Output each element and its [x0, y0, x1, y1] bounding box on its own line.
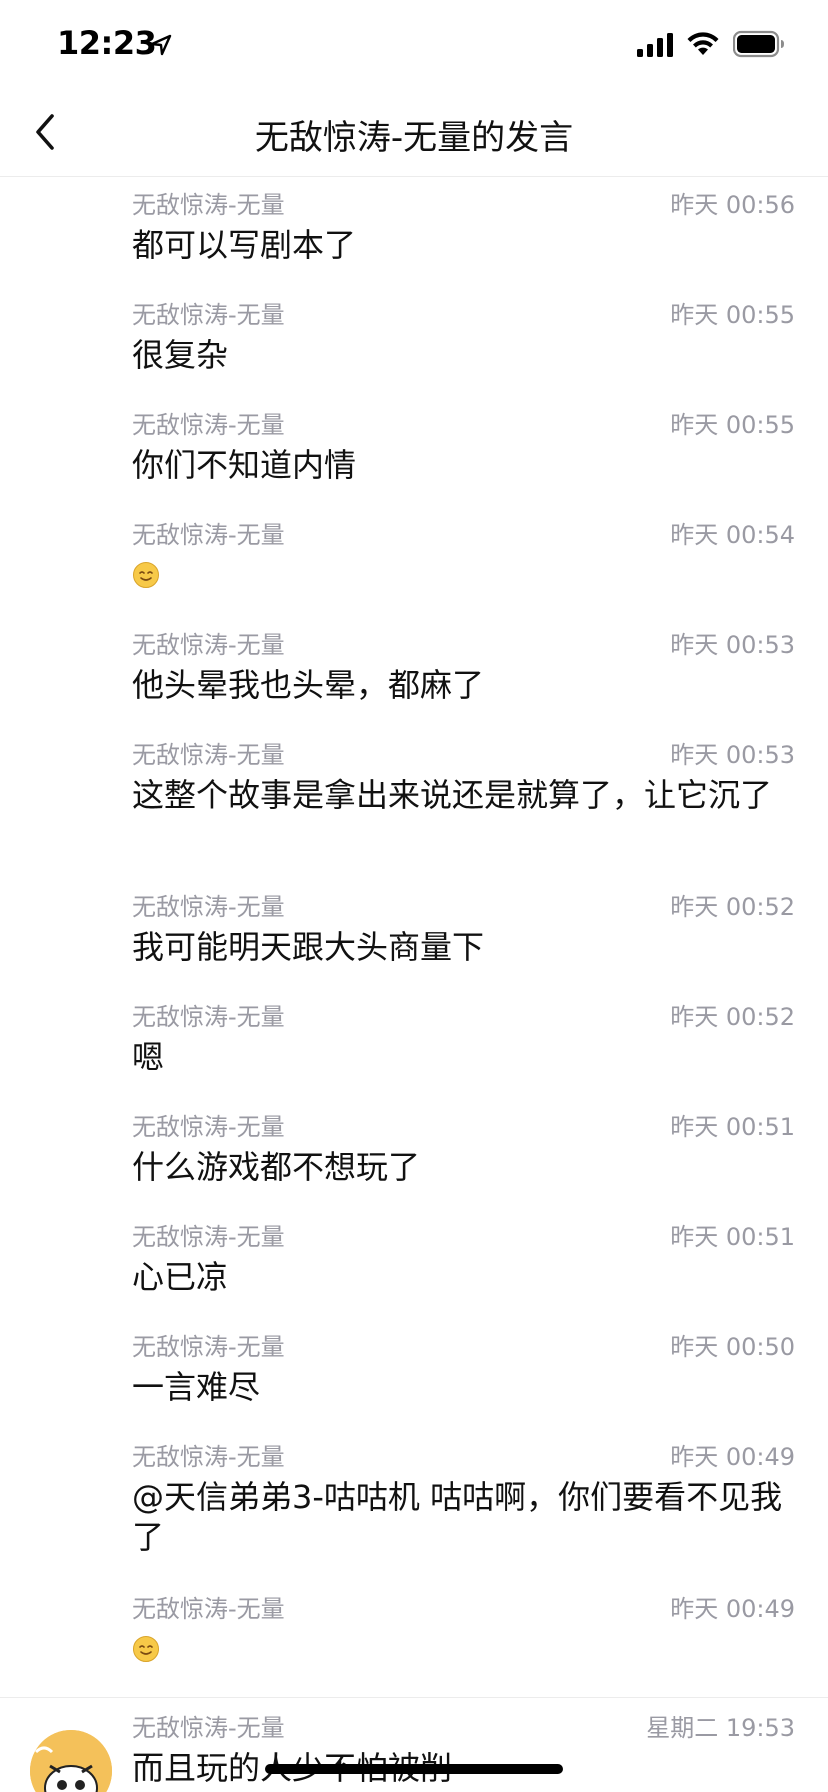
message-divider [0, 1697, 828, 1698]
message-time: 昨天 00:53 [670, 631, 795, 659]
message-item[interactable]: 无敌惊涛-无量 昨天 00:51 心已凉 [0, 1217, 828, 1297]
message-sender: 无敌惊涛-无量 [132, 1443, 285, 1471]
message-item[interactable]: 无敌惊涛-无量 昨天 00:54 [0, 515, 828, 589]
message-text: 一言难尽 [132, 1368, 261, 1406]
message-sender: 无敌惊涛-无量 [132, 893, 285, 921]
message-text: 嗯 [132, 1038, 165, 1076]
message-sender: 无敌惊涛-无量 [132, 191, 285, 219]
message-item[interactable]: 无敌惊涛-无量 昨天 00:53 这整个故事是拿出来说还是就算了，让它沉了 [0, 735, 828, 815]
message-item[interactable]: 无敌惊涛-无量 昨天 00:52 我可能明天跟大头商量下 [0, 887, 828, 967]
message-sender: 无敌惊涛-无量 [132, 1595, 285, 1623]
message-text: 你们不知道内情 [132, 446, 357, 484]
location-arrow-icon [150, 34, 172, 56]
message-item[interactable]: 无敌惊涛-无量 昨天 00:56 都可以写剧本了 [0, 185, 828, 265]
wifi-icon [687, 32, 719, 55]
smile-emoji-icon [133, 1636, 159, 1662]
message-header: 无敌惊涛-无量 昨天 00:55 [0, 405, 828, 445]
message-time: 昨天 00:56 [670, 191, 795, 219]
message-item[interactable]: 无敌惊涛-无量 昨天 00:49 @天信弟弟3-咕咕机 咕咕啊，你们要看不见我了 [0, 1437, 828, 1557]
message-time: 昨天 00:55 [670, 301, 795, 329]
message-item[interactable]: 无敌惊涛-无量 昨天 00:51 什么游戏都不想玩了 [0, 1107, 828, 1187]
message-header: 无敌惊涛-无量 星期二 19:53 [0, 1708, 828, 1748]
message-time: 星期二 19:53 [646, 1714, 795, 1742]
message-sender: 无敌惊涛-无量 [132, 1003, 285, 1031]
home-indicator[interactable] [265, 1764, 563, 1774]
message-time: 昨天 00:55 [670, 411, 795, 439]
message-item[interactable]: 无敌惊涛-无量星期二 19:53而且玩的人少不怕被削 [0, 1708, 828, 1788]
message-item[interactable]: 无敌惊涛-无量 昨天 00:52 嗯 [0, 997, 828, 1077]
message-sender: 无敌惊涛-无量 [132, 1113, 285, 1141]
message-header: 无敌惊涛-无量 昨天 00:52 [0, 997, 828, 1037]
status-time: 12:23 [57, 24, 157, 62]
message-text: 很复杂 [132, 336, 229, 374]
message-header: 无敌惊涛-无量 昨天 00:55 [0, 295, 828, 335]
message-time: 昨天 00:53 [670, 741, 795, 769]
page-title: 无敌惊涛-无量的发言 [254, 118, 574, 158]
message-time: 昨天 00:52 [670, 1003, 795, 1031]
message-header: 无敌惊涛-无量 昨天 00:51 [0, 1107, 828, 1147]
cellular-signal-icon [637, 33, 673, 57]
message-time: 昨天 00:51 [670, 1113, 795, 1141]
message-text: 我可能明天跟大头商量下 [132, 928, 485, 966]
nav-bar: 无敌惊涛-无量的发言 [0, 88, 828, 177]
message-header: 无敌惊涛-无量 昨天 00:49 [0, 1589, 828, 1629]
message-time: 昨天 00:51 [670, 1223, 795, 1251]
message-header: 无敌惊涛-无量 昨天 00:53 [0, 735, 828, 775]
message-time: 昨天 00:49 [670, 1443, 795, 1471]
message-time: 昨天 00:52 [670, 893, 795, 921]
message-sender: 无敌惊涛-无量 [132, 301, 285, 329]
back-chevron-icon[interactable] [28, 108, 64, 156]
message-item[interactable]: 无敌惊涛-无量 昨天 00:53 他头晕我也头晕，都麻了 [0, 625, 828, 705]
battery-icon [733, 30, 784, 58]
message-sender: 无敌惊涛-无量 [132, 741, 285, 769]
message-time: 昨天 00:49 [670, 1595, 795, 1623]
message-sender: 无敌惊涛-无量 [132, 1333, 285, 1361]
message-item[interactable]: 无敌惊涛-无量 昨天 00:55 很复杂 [0, 295, 828, 375]
message-text: 他头晕我也头晕，都麻了 [132, 666, 485, 704]
message-header: 无敌惊涛-无量 昨天 00:53 [0, 625, 828, 665]
message-sender: 无敌惊涛-无量 [132, 411, 285, 439]
message-item[interactable]: 无敌惊涛-无量 昨天 00:49 [0, 1589, 828, 1663]
message-header: 无敌惊涛-无量 昨天 00:51 [0, 1217, 828, 1257]
message-item[interactable]: 无敌惊涛-无量 昨天 00:55 你们不知道内情 [0, 405, 828, 485]
message-text: 都可以写剧本了 [132, 226, 357, 264]
message-sender: 无敌惊涛-无量 [132, 521, 285, 549]
message-text: 心已凉 [132, 1258, 229, 1296]
message-list[interactable]: 无敌惊涛-无量 昨天 00:56 都可以写剧本了 无敌惊涛-无量 昨天 00:55 很复杂… [0, 177, 828, 1792]
message-text: 什么游戏都不想玩了 [132, 1148, 421, 1186]
message-header: 无敌惊涛-无量 昨天 00:50 [0, 1327, 828, 1367]
message-sender: 无敌惊涛-无量 [132, 631, 285, 659]
message-time: 昨天 00:54 [670, 521, 795, 549]
message-header: 无敌惊涛-无量 昨天 00:52 [0, 887, 828, 927]
message-text: @天信弟弟3-咕咕机 咕咕啊，你们要看不见我了 [132, 1478, 783, 1556]
message-sender: 无敌惊涛-无量 [132, 1714, 285, 1742]
message-header: 无敌惊涛-无量 昨天 00:49 [0, 1437, 828, 1477]
message-sender: 无敌惊涛-无量 [132, 1223, 285, 1251]
message-time: 昨天 00:50 [670, 1333, 795, 1361]
message-text: 这整个故事是拿出来说还是就算了，让它沉了 [132, 776, 773, 814]
message-item[interactable]: 无敌惊涛-无量 昨天 00:50 一言难尽 [0, 1327, 828, 1407]
smile-emoji-icon [133, 562, 159, 588]
message-header: 无敌惊涛-无量 昨天 00:54 [0, 515, 828, 555]
status-bar: 12:23 [0, 0, 828, 88]
message-header: 无敌惊涛-无量 昨天 00:56 [0, 185, 828, 225]
